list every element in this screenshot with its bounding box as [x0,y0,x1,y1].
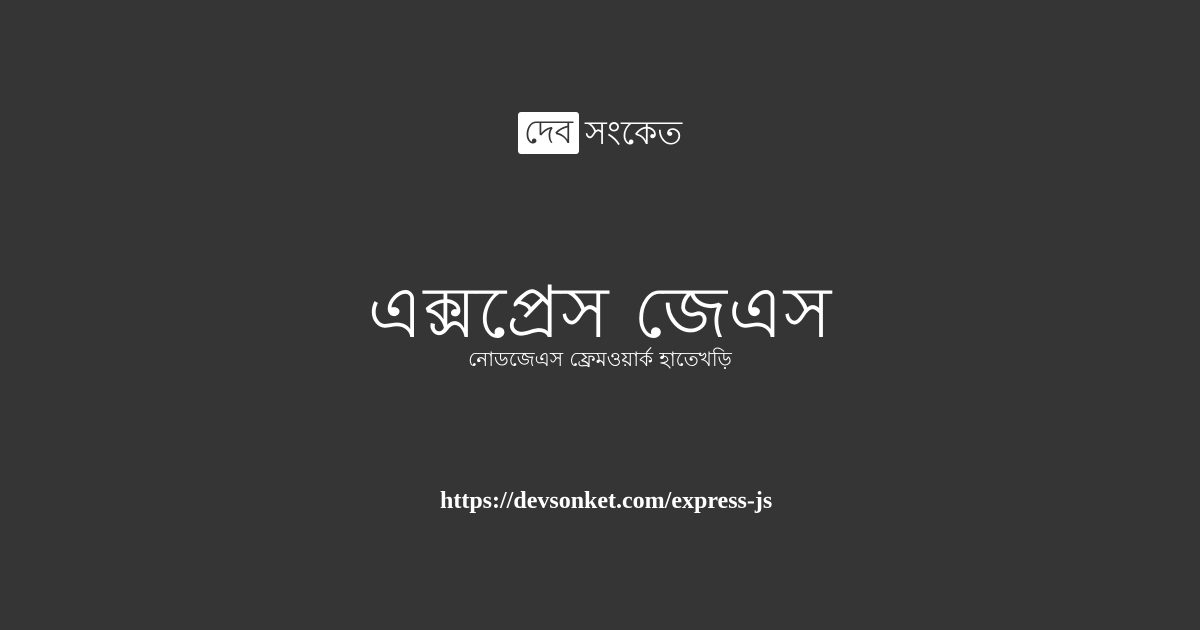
brand-logo: দেব সংকেত [0,112,1200,154]
page-url: https://devsonket.com/express-js [440,488,773,514]
brand-name: সংকেত [584,113,683,152]
share-card: দেব সংকেত এক্সপ্রেস জেএস নোডজেএস ফ্রেমওয… [0,0,1200,630]
page-title: এক্সপ্রেস জেএস [367,270,833,354]
page-subtitle: নোডজেএস ফ্রেমওয়ার্ক হাতেখড়ি [468,347,732,371]
brand-badge: দেব [517,112,579,154]
